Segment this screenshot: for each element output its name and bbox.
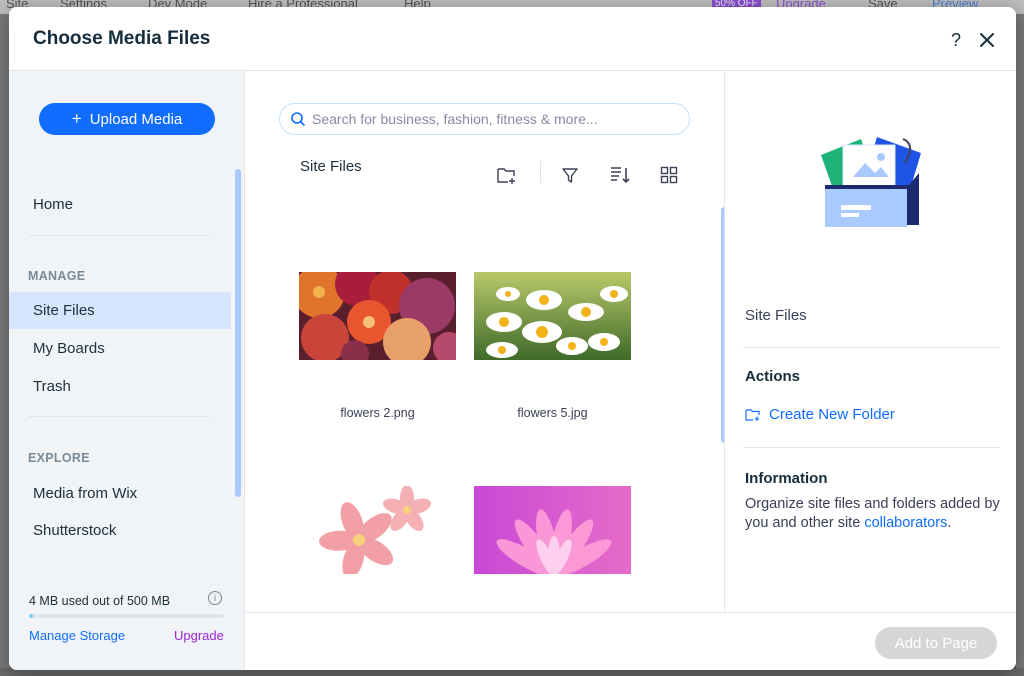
- information-tail: .: [947, 515, 952, 531]
- folder-illustration-icon: [821, 137, 921, 227]
- editor-right-backdrop: [1016, 14, 1024, 676]
- file-thumbnail[interactable]: [474, 486, 631, 574]
- filter-button[interactable]: [558, 163, 582, 187]
- details-divider: [743, 447, 999, 448]
- info-icon[interactable]: i: [208, 591, 222, 605]
- information-heading: Information: [745, 470, 828, 487]
- sort-icon: [611, 167, 630, 184]
- file-thumbnail[interactable]: [299, 486, 456, 574]
- file-name: flowers 5.jpg: [517, 406, 588, 420]
- sidebar-item-label: Trash: [33, 378, 71, 395]
- details-divider: [743, 347, 999, 348]
- manage-storage-link[interactable]: Manage Storage: [29, 628, 125, 643]
- file-name: flowers 2.png: [340, 406, 415, 420]
- create-new-folder-label: Create New Folder: [769, 406, 895, 423]
- file-browser: Site Files: [245, 71, 727, 670]
- grid-view-icon: [660, 166, 678, 184]
- details-panel: Site Files Actions Create New Folder Inf…: [724, 71, 1016, 670]
- storage-usage-text: 4 MB used out of 500 MB: [29, 594, 171, 608]
- grid-view-button[interactable]: [657, 163, 681, 187]
- manage-section-heading: MANAGE: [28, 269, 86, 283]
- upload-media-button[interactable]: + Upload Media: [39, 103, 215, 135]
- search-input[interactable]: [312, 104, 682, 134]
- create-new-folder-link[interactable]: Create New Folder: [745, 406, 895, 423]
- sidebar-item-label: My Boards: [33, 340, 105, 357]
- plus-icon: +: [71, 109, 82, 128]
- dialog-header: Choose Media Files ?: [9, 7, 1016, 71]
- new-folder-button[interactable]: [495, 163, 519, 187]
- search-icon: [291, 112, 305, 126]
- flowers-image: [299, 272, 456, 360]
- media-dialog: Choose Media Files ? + Upload Media Home…: [9, 7, 1016, 670]
- storage-progress-bar: [29, 614, 224, 618]
- close-icon: [980, 33, 994, 47]
- new-folder-icon: [497, 168, 515, 184]
- information-text: Organize site files and folders added by…: [745, 495, 1005, 533]
- sidebar-item-label: Home: [33, 196, 74, 213]
- search-box: [279, 103, 690, 135]
- collaborators-link[interactable]: collaborators: [864, 515, 947, 531]
- upload-media-label: Upload Media: [89, 110, 183, 128]
- new-folder-icon: [745, 408, 760, 421]
- explore-section-heading: EXPLORE: [28, 451, 90, 465]
- actions-heading: Actions: [745, 368, 801, 385]
- close-button[interactable]: [976, 29, 998, 51]
- flowers-image: [474, 272, 631, 360]
- file-thumbnail[interactable]: [474, 272, 631, 360]
- sidebar-item-home[interactable]: Home: [9, 186, 231, 223]
- sidebar: + Upload Media Home MANAGE Site Files My…: [9, 71, 245, 670]
- help-button[interactable]: ?: [945, 29, 967, 51]
- upgrade-link[interactable]: Upgrade: [174, 628, 224, 643]
- dialog-title: Choose Media Files: [33, 28, 211, 49]
- add-to-page-button[interactable]: Add to Page: [875, 627, 997, 659]
- storage-progress-fill: [29, 614, 33, 618]
- current-folder-label: Site Files: [300, 158, 362, 175]
- sidebar-item-label: Shutterstock: [33, 522, 117, 539]
- filter-icon: [562, 168, 578, 183]
- sidebar-item-my-boards[interactable]: My Boards: [9, 330, 231, 367]
- sidebar-item-shutterstock[interactable]: Shutterstock: [9, 512, 231, 549]
- toolbar-separator: [540, 161, 541, 183]
- details-folder-name: Site Files: [745, 307, 807, 324]
- sort-button[interactable]: [608, 163, 632, 187]
- dialog-footer: Add to Page: [245, 612, 1016, 670]
- flowers-image: [474, 486, 631, 574]
- sidebar-item-trash[interactable]: Trash: [9, 368, 231, 405]
- sidebar-divider: [29, 416, 210, 417]
- sidebar-item-label: Media from Wix: [33, 485, 138, 502]
- sidebar-item-label: Site Files: [33, 302, 95, 319]
- sidebar-scrollbar[interactable]: [235, 169, 241, 497]
- sidebar-item-site-files[interactable]: Site Files: [9, 292, 231, 329]
- sidebar-divider: [29, 235, 210, 236]
- flowers-image: [299, 486, 456, 574]
- file-thumbnail[interactable]: [299, 272, 456, 360]
- sidebar-item-media-from-wix[interactable]: Media from Wix: [9, 475, 231, 512]
